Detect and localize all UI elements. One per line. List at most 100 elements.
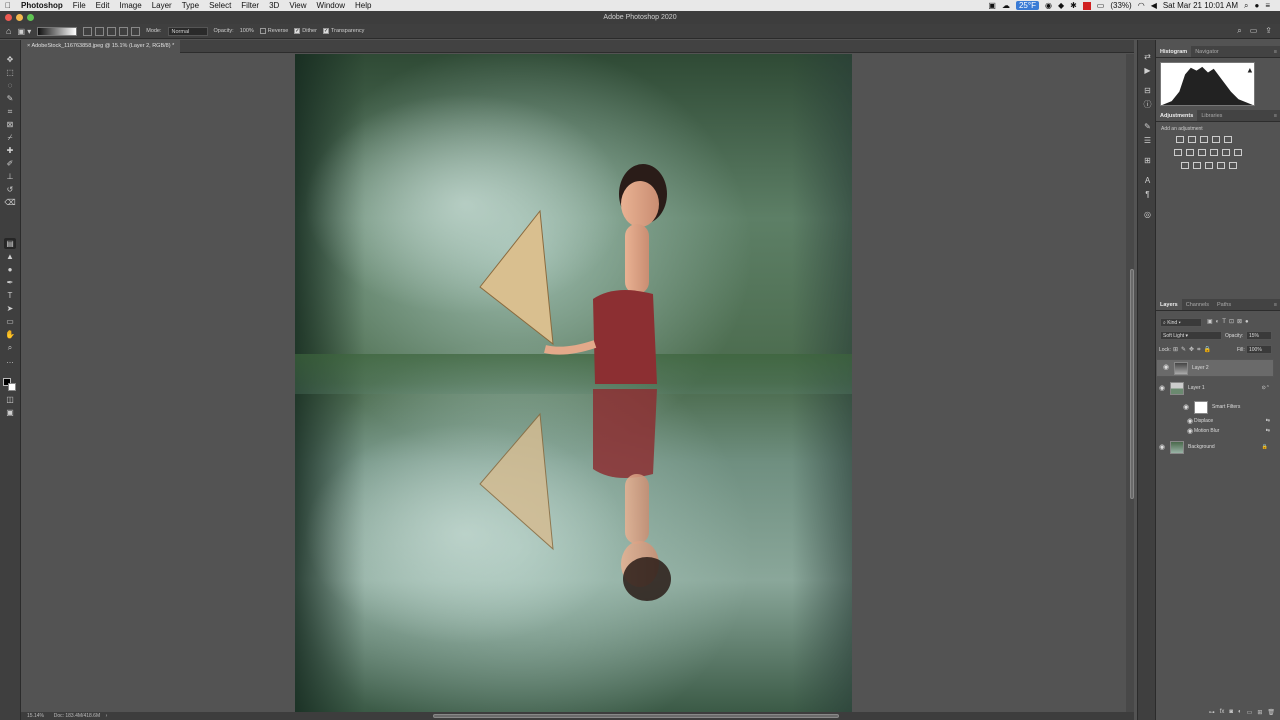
threshold-icon[interactable] (1205, 162, 1213, 169)
eraser-tool-icon[interactable]: ⌫ (4, 197, 16, 208)
horizontal-scrollbar[interactable] (21, 712, 1134, 720)
zoom-level[interactable]: 15.14% (27, 713, 44, 719)
layer-row[interactable]: ◉ Background 🔒 (1156, 438, 1274, 456)
brush-tool-icon[interactable]: ✐ (4, 158, 16, 169)
screen-record-icon[interactable]: ▣ (988, 1, 996, 10)
tab-navigator[interactable]: Navigator (1191, 46, 1223, 57)
color-lookup-icon[interactable] (1234, 149, 1242, 156)
zoom-tool-icon[interactable]: ⌕ (4, 342, 16, 353)
layer-filter-icons[interactable]: ▣◐T⊡⊠● (1207, 318, 1252, 325)
menu-type[interactable]: Type (177, 0, 204, 11)
hue-sat-icon[interactable] (1174, 149, 1182, 156)
document-canvas[interactable] (295, 54, 852, 712)
clone-source-icon[interactable]: ⊞ (1142, 156, 1153, 166)
shape-tool-icon[interactable]: ▭ (4, 316, 16, 327)
transparency-checkbox[interactable]: ✓ Transparency (322, 28, 364, 34)
new-adjustment-icon[interactable]: ◐ (1238, 709, 1242, 719)
adjust-sliders-icon[interactable]: ☰ (1142, 136, 1153, 146)
clock[interactable]: Sat Mar 21 10:01 AM (1163, 1, 1238, 10)
mode-select[interactable]: Normal (167, 26, 208, 36)
new-layer-icon[interactable]: ⊞ (1257, 709, 1262, 719)
weather-badge[interactable]: 25°F (1015, 1, 1039, 10)
vertical-scrollbar[interactable] (1126, 54, 1134, 712)
filter-options-icon[interactable]: ⇆ (1266, 428, 1274, 434)
invert-icon[interactable] (1181, 162, 1189, 169)
pen-tool-icon[interactable]: ✒ (4, 277, 16, 288)
crop-tool-icon[interactable]: ⌗ (4, 106, 16, 117)
volume-icon[interactable]: ◀ (1151, 1, 1157, 10)
tool-preset-picker[interactable]: ▣ ▾ (17, 27, 31, 36)
tab-adjustments[interactable]: Adjustments (1156, 110, 1198, 121)
healing-tool-icon[interactable]: ✚ (4, 145, 16, 156)
menu-help[interactable]: Help (350, 0, 376, 11)
photo-filter-icon[interactable] (1210, 149, 1218, 156)
tab-libraries[interactable]: Libraries (1197, 110, 1226, 121)
layer-row[interactable]: ◉ Layer 1 ⊙⌃ (1156, 379, 1274, 397)
path-select-tool-icon[interactable]: ➤ (4, 303, 16, 314)
blur-tool-icon[interactable]: ▲ (4, 251, 16, 262)
curves-icon[interactable] (1200, 136, 1208, 143)
properties-icon[interactable]: ⊟ (1142, 86, 1153, 96)
search-icon[interactable]: ⌕ (1237, 26, 1241, 36)
levels-icon[interactable] (1188, 136, 1196, 143)
tab-layers[interactable]: Layers (1156, 299, 1182, 310)
wifi-icon[interactable]: ◠ (1138, 1, 1145, 10)
panel-menu-icon[interactable]: ≡ (1274, 46, 1280, 57)
black-white-icon[interactable] (1198, 149, 1206, 156)
gradient-tool-icon[interactable]: ▤ (4, 238, 16, 249)
move-tool-icon[interactable]: ✥ (4, 54, 16, 65)
marquee-tool-icon[interactable]: ⬚ (4, 67, 16, 78)
brush-settings-icon[interactable]: ✎ (1142, 122, 1153, 132)
layer-name[interactable]: Layer 1 (1188, 385, 1205, 391)
stamp-tool-icon[interactable]: ⊥ (4, 171, 16, 182)
document-tab[interactable]: × AdobeStock_116763858.jpeg @ 15.1% (Lay… (21, 40, 181, 53)
menu-edit[interactable]: Edit (91, 0, 115, 11)
bluetooth-icon[interactable]: ✱ (1070, 1, 1077, 10)
dodge-tool-icon[interactable]: ● (4, 264, 16, 275)
smart-filters-row[interactable]: ◉ Smart Filters (1180, 398, 1274, 416)
paragraph-icon[interactable]: ¶ (1142, 190, 1153, 200)
gradient-swatch[interactable] (37, 26, 78, 36)
layer-kind-filter[interactable]: ⌕ Kind ▾ (1160, 318, 1202, 327)
eyedropper-tool-icon[interactable]: ⌿ (4, 132, 16, 143)
lasso-tool-icon[interactable]: ◌ (4, 80, 16, 91)
type-tool-icon[interactable]: T (4, 290, 16, 301)
filter-row[interactable]: ◉ Motion Blur ⇆ (1186, 426, 1274, 436)
notification-icon[interactable]: ≡ (1265, 1, 1270, 10)
posterize-icon[interactable] (1193, 162, 1201, 169)
opacity-field[interactable]: 100% (240, 28, 254, 34)
color-balance-icon[interactable] (1186, 149, 1194, 156)
cloud-icon[interactable]: ☁ (1002, 1, 1010, 10)
sync-icon[interactable]: ◉ (1045, 1, 1052, 10)
more-tools-icon[interactable]: … (4, 355, 16, 366)
minimize-window-button[interactable] (16, 14, 23, 21)
filter-options-icon[interactable]: ⇆ (1266, 418, 1274, 424)
fill-field[interactable]: 100% (1246, 345, 1272, 354)
status-arrow-icon[interactable]: › (102, 713, 108, 719)
app-menu[interactable]: Photoshop (16, 0, 68, 11)
tab-channels[interactable]: Channels (1182, 299, 1213, 310)
layer-name[interactable]: Layer 2 (1192, 364, 1209, 372)
filter-row[interactable]: ◉ Displace ⇆ (1186, 416, 1274, 426)
3d-icon[interactable]: ◎ (1142, 210, 1153, 220)
reflected-gradient-button[interactable] (119, 26, 129, 36)
frame-tool-icon[interactable]: ⊠ (4, 119, 16, 130)
share-icon[interactable]: ⇪ (1265, 26, 1272, 36)
tab-paths[interactable]: Paths (1213, 299, 1235, 310)
actions-play-icon[interactable]: ▶ (1142, 66, 1153, 76)
add-mask-icon[interactable]: ◙ (1229, 709, 1233, 719)
background-color-swatch[interactable] (8, 383, 16, 391)
panel-menu-icon[interactable]: ≡ (1274, 110, 1280, 121)
fx-icon[interactable]: fx (1220, 709, 1225, 719)
brightness-icon[interactable] (1176, 136, 1184, 143)
character-icon[interactable]: A (1142, 176, 1153, 186)
menu-3d[interactable]: 3D (264, 0, 284, 11)
screen-mode-icon[interactable]: ▣ (4, 407, 16, 418)
quick-mask-icon[interactable]: ◫ (4, 394, 16, 405)
hand-tool-icon[interactable]: ✋ (4, 329, 16, 340)
reverse-checkbox[interactable]: Reverse (259, 28, 288, 34)
close-window-button[interactable] (5, 14, 12, 21)
linear-gradient-button[interactable] (83, 26, 93, 36)
vibrance-icon[interactable] (1224, 136, 1232, 143)
red-app-icon[interactable] (1082, 1, 1091, 10)
